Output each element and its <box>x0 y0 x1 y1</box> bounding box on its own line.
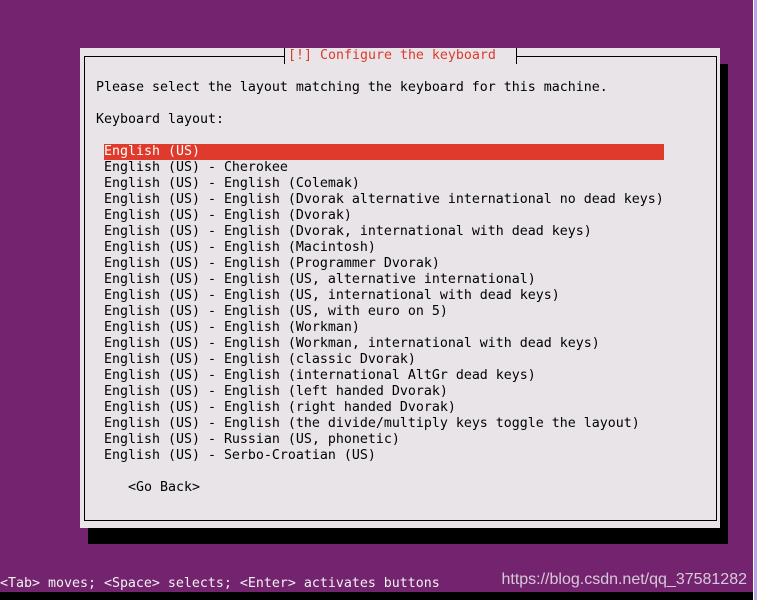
window-edge <box>753 0 757 600</box>
title-left-tick <box>284 48 285 64</box>
list-item[interactable]: English (US) - English (Workman) <box>104 320 664 336</box>
list-item[interactable]: English (US) - English (Dvorak) <box>104 208 664 224</box>
list-item[interactable]: English (US) - English (classic Dvorak) <box>104 352 664 368</box>
list-item[interactable]: English (US) - English (US, internationa… <box>104 288 664 304</box>
list-item[interactable]: English (US) - English (Dvorak, internat… <box>104 224 664 240</box>
list-item-selected[interactable]: English (US) <box>104 144 664 160</box>
status-bar-hint: <Tab> moves; <Space> selects; <Enter> ac… <box>0 576 440 591</box>
list-item[interactable]: English (US) - English (US, with euro on… <box>104 304 664 320</box>
list-item[interactable]: English (US) - Russian (US, phonetic) <box>104 432 664 448</box>
list-item[interactable]: English (US) - English (Workman, interna… <box>104 336 664 352</box>
watermark: https://blog.csdn.net/qq_37581282 <box>501 571 747 588</box>
go-back-button[interactable]: <Go Back> <box>128 480 200 496</box>
dialog-prompt: Please select the layout matching the ke… <box>96 80 608 95</box>
list-item[interactable]: English (US) - English (international Al… <box>104 368 664 384</box>
list-item[interactable]: English (US) - Serbo-Croatian (US) <box>104 448 664 464</box>
list-item[interactable]: English (US) - English (Dvorak alternati… <box>104 192 664 208</box>
list-item[interactable]: English (US) - English (right handed Dvo… <box>104 400 664 416</box>
keyboard-layout-label: Keyboard layout: <box>96 112 224 127</box>
list-item[interactable]: English (US) - Cherokee <box>104 160 664 176</box>
keyboard-layout-list[interactable]: English (US) English (US) - Cherokee Engli… <box>104 144 664 464</box>
list-item[interactable]: English (US) - English (Programmer Dvora… <box>104 256 664 272</box>
list-item[interactable]: English (US) - English (Colemak) <box>104 176 664 192</box>
dialog-title: [!] Configure the keyboard <box>288 48 496 63</box>
bottom-strip <box>0 592 757 600</box>
list-item[interactable]: English (US) - English (left handed Dvor… <box>104 384 664 400</box>
list-item[interactable]: English (US) - English (US, alternative … <box>104 272 664 288</box>
list-item[interactable]: English (US) - English (the divide/multi… <box>104 416 664 432</box>
title-right-tick <box>516 48 517 64</box>
list-item[interactable]: English (US) - English (Macintosh) <box>104 240 664 256</box>
